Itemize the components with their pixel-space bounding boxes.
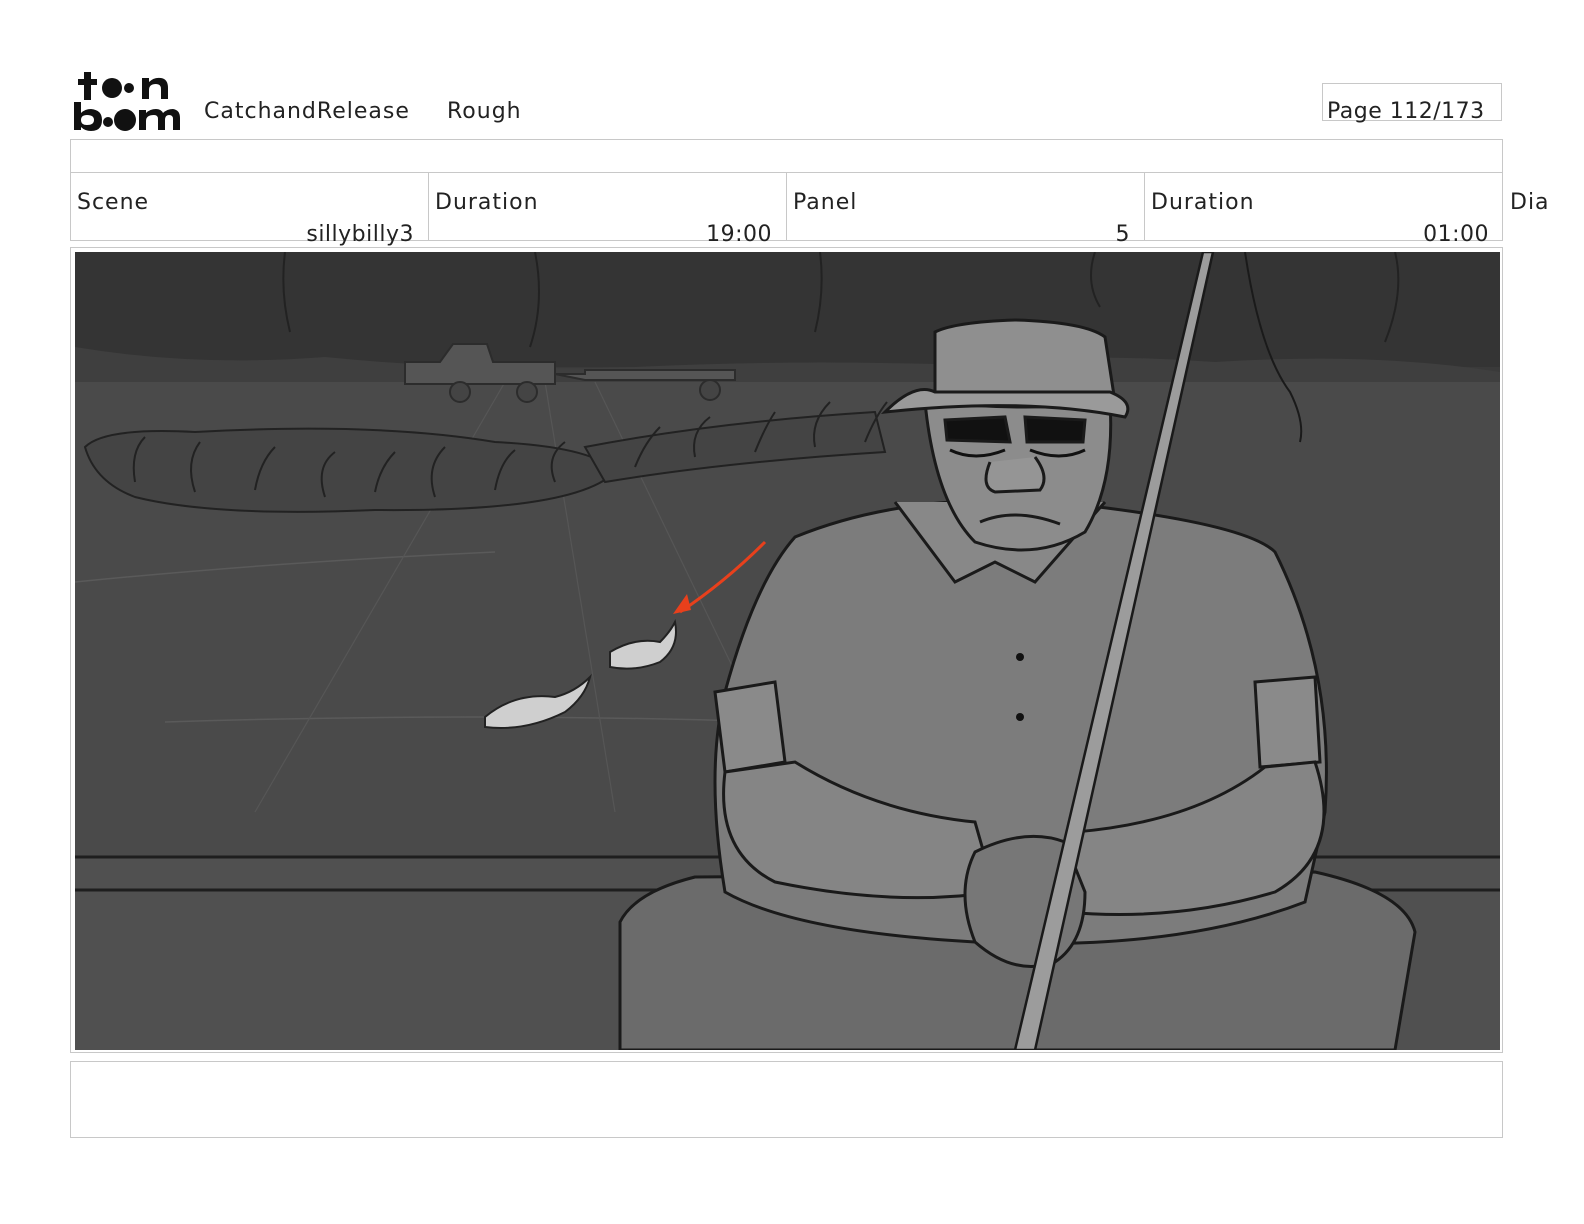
scene-label: Scene	[77, 190, 150, 215]
scene-duration-label: Duration	[435, 190, 539, 215]
panel-duration-value: 01:00	[1423, 222, 1489, 247]
toonboom-logo: toonboom	[74, 72, 180, 131]
panel-cell: Panel 5	[787, 173, 1145, 247]
panel-duration-label: Duration	[1151, 190, 1255, 215]
notes-box	[70, 1061, 1503, 1138]
scene-duration-value: 19:00	[706, 222, 772, 247]
storyboard-panel-image	[75, 252, 1500, 1050]
scene-info-row: Scene sillybilly3 Duration 19:00 Panel 5…	[70, 173, 1503, 247]
project-name: CatchandRelease	[204, 99, 410, 124]
scene-duration-cell: Duration 19:00	[429, 173, 787, 247]
dialogue-label: Dia	[1510, 190, 1550, 215]
panel-duration-cell: Duration 01:00	[1145, 173, 1503, 247]
scene-cell: Scene sillybilly3	[71, 173, 429, 247]
stage-name: Rough	[447, 99, 522, 124]
panel-value: 5	[1115, 222, 1130, 247]
scene-value: sillybilly3	[306, 222, 414, 247]
panel-label: Panel	[793, 190, 858, 215]
page-number: Page 112/173	[1327, 99, 1485, 124]
header-band	[70, 139, 1503, 173]
